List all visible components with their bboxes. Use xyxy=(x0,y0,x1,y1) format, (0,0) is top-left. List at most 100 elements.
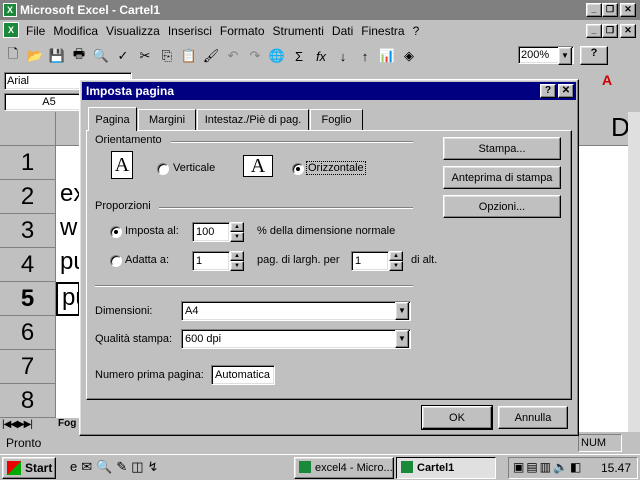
cut-icon[interactable]: ✂ xyxy=(134,45,156,67)
menu-file[interactable]: File xyxy=(22,24,49,38)
doc-close-button[interactable]: ✕ xyxy=(620,24,636,38)
autosum-icon[interactable]: Σ xyxy=(288,45,310,67)
chart-wizard-icon[interactable]: 📊 xyxy=(376,45,398,67)
print-preview-icon[interactable]: 🔍 xyxy=(90,45,112,67)
function-icon[interactable]: fx xyxy=(310,45,332,67)
row-header[interactable]: 3 xyxy=(0,214,56,248)
fit-label[interactable]: Adatta a: xyxy=(125,254,169,266)
sheet-nav-arrows-icon[interactable]: |◀◀▶▶| xyxy=(2,419,33,430)
row-header[interactable]: 4 xyxy=(0,248,56,282)
spin-down-icon[interactable]: ▼ xyxy=(230,261,244,271)
start-button[interactable]: Start xyxy=(2,457,56,479)
ie-icon[interactable]: e xyxy=(70,459,77,475)
copy-icon[interactable]: ⎘ xyxy=(156,45,178,67)
excel-title-bar[interactable]: X Microsoft Excel - Cartel1 _ ❐ ✕ xyxy=(0,0,640,20)
sheet-tab[interactable]: Fog xyxy=(58,418,76,429)
restore-button[interactable]: ❐ xyxy=(602,3,618,17)
close-button[interactable]: ✕ xyxy=(620,3,636,17)
paper-size-dropdown-icon[interactable]: ▼ xyxy=(395,302,409,320)
column-header-d[interactable]: D xyxy=(611,112,630,143)
office-assistant-button[interactable]: ? xyxy=(580,46,608,65)
drawing-icon[interactable]: ◈ xyxy=(398,45,420,67)
menu-visualizza[interactable]: Visualizza xyxy=(102,24,164,38)
print-quality-select[interactable]: 600 dpi xyxy=(181,329,411,349)
spin-down-icon[interactable]: ▼ xyxy=(389,261,403,271)
row-header[interactable]: 1 xyxy=(0,146,56,180)
tray-icons[interactable]: ▣▤▥🔈◧ xyxy=(513,460,583,474)
spin-up-icon[interactable]: ▲ xyxy=(389,251,403,261)
menu-finestra[interactable]: Finestra xyxy=(357,24,408,38)
spin-down-icon[interactable]: ▼ xyxy=(230,232,244,242)
fit-wide-spinner[interactable]: ▲ ▼ xyxy=(230,251,244,271)
first-page-input[interactable]: Automatica xyxy=(211,365,275,385)
redo-icon[interactable]: ↷ xyxy=(244,45,266,67)
tab-intestazioni[interactable]: Intestaz./Piè di pag. xyxy=(197,109,309,131)
outlook-icon[interactable]: ✉ xyxy=(81,459,92,475)
menu-inserisci[interactable]: Inserisci xyxy=(164,24,216,38)
print-icon[interactable]: 🖶 xyxy=(68,45,90,67)
portrait-label[interactable]: Verticale xyxy=(173,162,215,174)
quick-launch-icon[interactable]: ↯ xyxy=(148,459,159,475)
portrait-radio[interactable] xyxy=(157,163,169,175)
cell[interactable]: w xyxy=(56,214,77,248)
tab-margini[interactable]: Margini xyxy=(138,109,196,131)
zoom-dropdown-icon[interactable]: ▼ xyxy=(558,47,572,65)
vertical-scrollbar[interactable] xyxy=(628,112,640,432)
channel-icon[interactable]: ◫ xyxy=(131,459,143,475)
row-header-active[interactable]: 5 xyxy=(0,282,56,316)
options-button[interactable]: Opzioni... xyxy=(443,195,561,218)
adjust-percent-input[interactable]: 100 xyxy=(192,222,230,242)
tab-pagina[interactable]: Pagina xyxy=(88,107,137,131)
print-button[interactable]: Stampa... xyxy=(443,137,561,160)
tab-foglio[interactable]: Foglio xyxy=(310,109,363,131)
dialog-close-button[interactable]: ✕ xyxy=(558,84,574,98)
cell[interactable] xyxy=(56,146,60,180)
menu-modifica[interactable]: Modifica xyxy=(49,24,102,38)
adjust-radio[interactable] xyxy=(110,226,122,238)
fit-tall-input[interactable]: 1 xyxy=(351,251,389,271)
fit-wide-input[interactable]: 1 xyxy=(192,251,230,271)
menu-strumenti[interactable]: Strumenti xyxy=(269,24,328,38)
cell[interactable] xyxy=(56,316,60,350)
row-header[interactable]: 7 xyxy=(0,350,56,384)
paper-size-select[interactable]: A4 xyxy=(181,301,411,321)
menu-help[interactable]: ? xyxy=(409,24,424,38)
spin-up-icon[interactable]: ▲ xyxy=(230,251,244,261)
sort-desc-icon[interactable]: ↑ xyxy=(354,45,376,67)
undo-icon[interactable]: ↶ xyxy=(222,45,244,67)
row-header[interactable]: 8 xyxy=(0,384,56,418)
doc-minimize-button[interactable]: _ xyxy=(586,24,602,38)
new-icon[interactable]: 🗋 xyxy=(2,45,24,67)
minimize-button[interactable]: _ xyxy=(586,3,602,17)
menu-dati[interactable]: Dati xyxy=(328,24,357,38)
fit-tall-spinner[interactable]: ▲ ▼ xyxy=(389,251,403,271)
doc-restore-button[interactable]: ❐ xyxy=(602,24,618,38)
fit-radio[interactable] xyxy=(110,255,122,267)
excel-app-icon[interactable]: X xyxy=(3,3,17,17)
ok-button[interactable]: OK xyxy=(421,405,493,430)
dialog-title-bar[interactable]: Imposta pagina xyxy=(82,82,576,100)
task-cartel1[interactable]: Cartel1 xyxy=(396,457,496,479)
select-all-corner[interactable] xyxy=(0,112,56,146)
menu-formato[interactable]: Formato xyxy=(216,24,269,38)
landscape-radio[interactable] xyxy=(292,163,304,175)
cancel-button[interactable]: Annulla xyxy=(498,406,568,429)
task-excel4[interactable]: excel4 - Micro... xyxy=(294,457,394,479)
row-header[interactable]: 2 xyxy=(0,180,56,214)
cell[interactable] xyxy=(56,350,60,384)
print-preview-button[interactable]: Anteprima di stampa xyxy=(443,166,561,189)
sort-asc-icon[interactable]: ↓ xyxy=(332,45,354,67)
save-icon[interactable]: 💾 xyxy=(46,45,68,67)
workbook-icon[interactable]: X xyxy=(3,22,19,38)
format-painter-icon[interactable]: 🖌 xyxy=(200,45,222,67)
font-color-icon[interactable]: A xyxy=(596,72,618,90)
active-cell[interactable]: pu xyxy=(56,282,89,316)
landscape-label[interactable]: Orizzontale xyxy=(306,161,366,175)
spin-up-icon[interactable]: ▲ xyxy=(230,222,244,232)
paste-icon[interactable]: 📋 xyxy=(178,45,200,67)
hyperlink-icon[interactable]: 🌐 xyxy=(266,45,288,67)
dialog-help-button[interactable]: ? xyxy=(540,84,556,98)
adjust-spinner[interactable]: ▲ ▼ xyxy=(230,222,244,242)
adjust-label[interactable]: Imposta al: xyxy=(125,225,179,237)
open-icon[interactable]: 📂 xyxy=(24,45,46,67)
